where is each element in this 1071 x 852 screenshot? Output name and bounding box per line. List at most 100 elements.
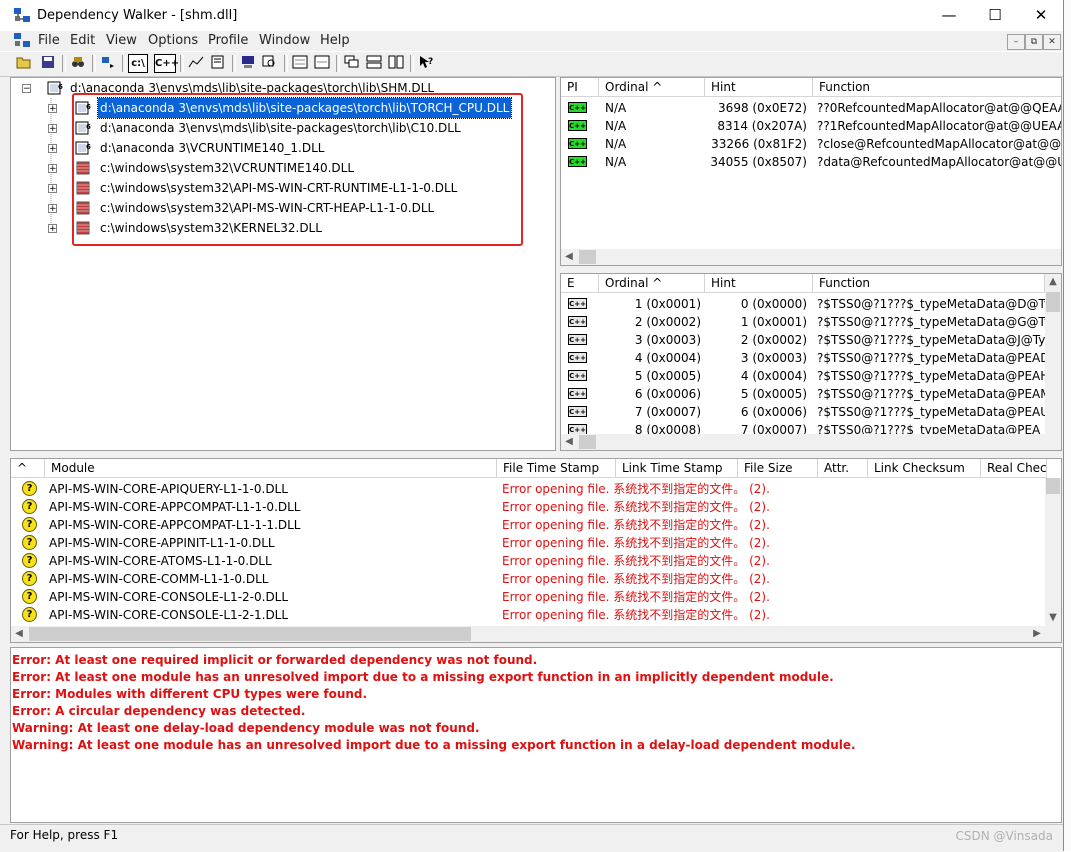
exports-pane[interactable]: E Ordinal ^ Hint Function C++ 1 (0x0001) 0… — [560, 273, 1062, 451]
find-button[interactable] — [68, 54, 88, 73]
view-module-button[interactable] — [186, 54, 206, 73]
col-module[interactable]: Module — [45, 459, 497, 478]
scroll-down-icon[interactable]: ▼ — [1045, 610, 1061, 626]
module-row[interactable]: ? API-MS-WIN-CORE-APPCOMPAT-L1-1-0.DLL Err… — [11, 498, 1045, 516]
menu-help[interactable]: Help — [320, 33, 350, 48]
exports-vscrollbar[interactable]: ▲ — [1045, 274, 1061, 450]
expand-icon[interactable]: + — [48, 204, 57, 214]
expand-icon[interactable]: + — [48, 144, 57, 154]
scroll-thumb[interactable] — [1046, 478, 1060, 494]
exports-hscrollbar[interactable]: ◀ — [561, 434, 1045, 450]
col-ordinal[interactable]: Ordinal ^ — [599, 274, 705, 293]
col-attr[interactable]: Attr. — [818, 459, 868, 478]
maximize-button[interactable]: ☐ — [972, 0, 1018, 31]
col-link-checksum[interactable]: Link Checksum — [868, 459, 981, 478]
export-row[interactable]: C++ 7 (0x0007) 6 (0x0006) ?$TSS0@?1???$_typ… — [561, 403, 1045, 421]
collapse-button[interactable] — [290, 54, 310, 73]
export-row[interactable]: C++ 4 (0x0004) 3 (0x0003) ?$TSS0@?1???$_typ… — [561, 349, 1045, 367]
refresh-button[interactable] — [98, 54, 118, 73]
module-row[interactable]: ? API-MS-WIN-CORE-APPCOMPAT-L1-1-1.DLL Err… — [11, 516, 1045, 534]
import-ordinal: N/A — [605, 101, 627, 115]
external-viewer-button[interactable] — [260, 54, 280, 73]
import-row[interactable]: C++ N/A 3698 (0x0E72) ??0RefcountedMapAlloc… — [561, 99, 1061, 117]
col-hint[interactable]: Hint — [705, 78, 813, 97]
module-row[interactable]: ? API-MS-WIN-CORE-CONSOLE-L1-2-1.DLL Error… — [11, 606, 1045, 624]
menu-window[interactable]: Window — [259, 33, 310, 48]
scroll-up-icon[interactable]: ▲ — [1045, 274, 1061, 290]
cascade-button[interactable] — [342, 54, 362, 73]
col-link-time-stamp[interactable]: Link Time Stamp — [616, 459, 738, 478]
scroll-left-icon[interactable]: ◀ — [11, 626, 27, 642]
scroll-left-icon[interactable]: ◀ — [561, 249, 577, 265]
col-pi[interactable]: PI — [561, 78, 599, 97]
expand-icon[interactable]: + — [48, 184, 57, 194]
context-help-button[interactable]: ? — [416, 54, 436, 73]
module-row[interactable]: ? API-MS-WIN-CORE-CONSOLE-L1-2-0.DLL Error… — [11, 588, 1045, 606]
scroll-thumb[interactable] — [579, 250, 596, 264]
scroll-thumb[interactable] — [1046, 292, 1060, 312]
undecorate-cpp-button[interactable]: C++ — [154, 54, 179, 73]
log-line: Error: A circular dependency was detecte… — [12, 704, 306, 718]
parent-imports-pane[interactable]: PI Ordinal ^ Hint Function ◀ C++ N/A 3698 … — [560, 77, 1062, 266]
export-row[interactable]: C++ 5 (0x0005) 4 (0x0004) ?$TSS0@?1???$_typ… — [561, 367, 1045, 385]
expand-button[interactable] — [312, 54, 332, 73]
export-row[interactable]: C++ 2 (0x0002) 1 (0x0001) ?$TSS0@?1???$_typ… — [561, 313, 1045, 331]
log-pane[interactable]: Error: At least one required implicit or… — [10, 647, 1062, 823]
system-info-button[interactable] — [238, 54, 258, 73]
mdi-restore-button[interactable]: ⧉ — [1025, 34, 1043, 50]
scroll-right-icon[interactable]: ▶ — [1029, 626, 1045, 642]
export-function: ?$TSS0@?1???$_typeMetaData@PEAM@ — [817, 387, 1045, 401]
modules-hscrollbar[interactable]: ◀ ▶ — [11, 626, 1061, 642]
mdi-minimize-button[interactable]: – — [1007, 34, 1025, 50]
open-button[interactable] — [14, 54, 34, 73]
col-function[interactable]: Function — [813, 274, 1045, 293]
col-hint[interactable]: Hint — [705, 274, 813, 293]
imports-hscrollbar[interactable]: ◀ — [561, 249, 1061, 265]
save-button[interactable] — [38, 54, 58, 73]
full-paths-button[interactable]: c:\ — [128, 54, 148, 73]
menu-options[interactable]: Options — [148, 33, 198, 48]
col-e[interactable]: E — [561, 274, 599, 293]
export-hint: 5 (0x0005) — [740, 387, 807, 401]
mdi-child-icon[interactable] — [14, 33, 30, 47]
import-row[interactable]: C++ N/A 33266 (0x81F2) ?close@RefcountedMap… — [561, 135, 1061, 153]
scroll-thumb[interactable] — [29, 627, 471, 641]
export-row[interactable]: C++ 1 (0x0001) 0 (0x0000) ?$TSS0@?1???$_typ… — [561, 295, 1045, 313]
col-sort[interactable]: ^ — [11, 459, 45, 478]
expand-icon[interactable]: + — [48, 124, 57, 134]
menu-file[interactable]: File — [38, 33, 60, 48]
minimize-button[interactable]: — — [926, 0, 972, 31]
expand-icon[interactable]: + — [48, 164, 57, 174]
properties-button[interactable] — [208, 54, 228, 73]
modules-vscrollbar[interactable]: ▼ — [1045, 478, 1061, 626]
scroll-left-icon[interactable]: ◀ — [561, 434, 577, 450]
tile-vertical-button[interactable] — [386, 54, 406, 73]
menu-profile[interactable]: Profile — [208, 33, 248, 48]
mdi-close-button[interactable]: ✕ — [1043, 34, 1061, 50]
import-row[interactable]: C++ N/A 8314 (0x207A) ??1RefcountedMapAlloc… — [561, 117, 1061, 135]
module-row[interactable]: ? API-MS-WIN-CORE-COMM-L1-1-0.DLL Error op… — [11, 570, 1045, 588]
col-ordinal[interactable]: Ordinal ^ — [599, 78, 705, 97]
col-real-checksum[interactable]: Real Chec — [981, 459, 1047, 478]
expand-icon[interactable]: + — [48, 224, 57, 234]
scroll-thumb[interactable] — [579, 435, 596, 449]
module-list[interactable]: ^ Module File Time Stamp Link Time Stamp… — [10, 458, 1062, 643]
col-file-size[interactable]: File Size — [738, 459, 818, 478]
close-button[interactable]: ✕ — [1018, 0, 1064, 31]
graph-icon — [188, 56, 204, 68]
menu-edit[interactable]: Edit — [70, 33, 95, 48]
menu-view[interactable]: View — [106, 33, 137, 48]
col-file-time-stamp[interactable]: File Time Stamp — [497, 459, 616, 478]
watermark: CSDN @Vinsada — [955, 829, 1054, 843]
col-function[interactable]: Function — [813, 78, 1061, 97]
module-row[interactable]: ? API-MS-WIN-CORE-ATOMS-L1-1-0.DLL Error o… — [11, 552, 1045, 570]
highlight-box — [72, 93, 523, 246]
export-row[interactable]: C++ 6 (0x0006) 5 (0x0005) ?$TSS0@?1???$_typ… — [561, 385, 1045, 403]
module-name: API-MS-WIN-CORE-APIQUERY-L1-1-0.DLL — [49, 482, 288, 496]
import-row[interactable]: C++ N/A 34055 (0x8507) ?data@RefcountedMapA… — [561, 153, 1061, 171]
module-row[interactable]: ? API-MS-WIN-CORE-APPINIT-L1-1-0.DLL Error… — [11, 534, 1045, 552]
expand-icon[interactable]: + — [48, 104, 57, 114]
module-row[interactable]: ? API-MS-WIN-CORE-APIQUERY-L1-1-0.DLL Erro… — [11, 480, 1045, 498]
export-row[interactable]: C++ 3 (0x0003) 2 (0x0002) ?$TSS0@?1???$_typ… — [561, 331, 1045, 349]
tile-horizontal-button[interactable] — [364, 54, 384, 73]
